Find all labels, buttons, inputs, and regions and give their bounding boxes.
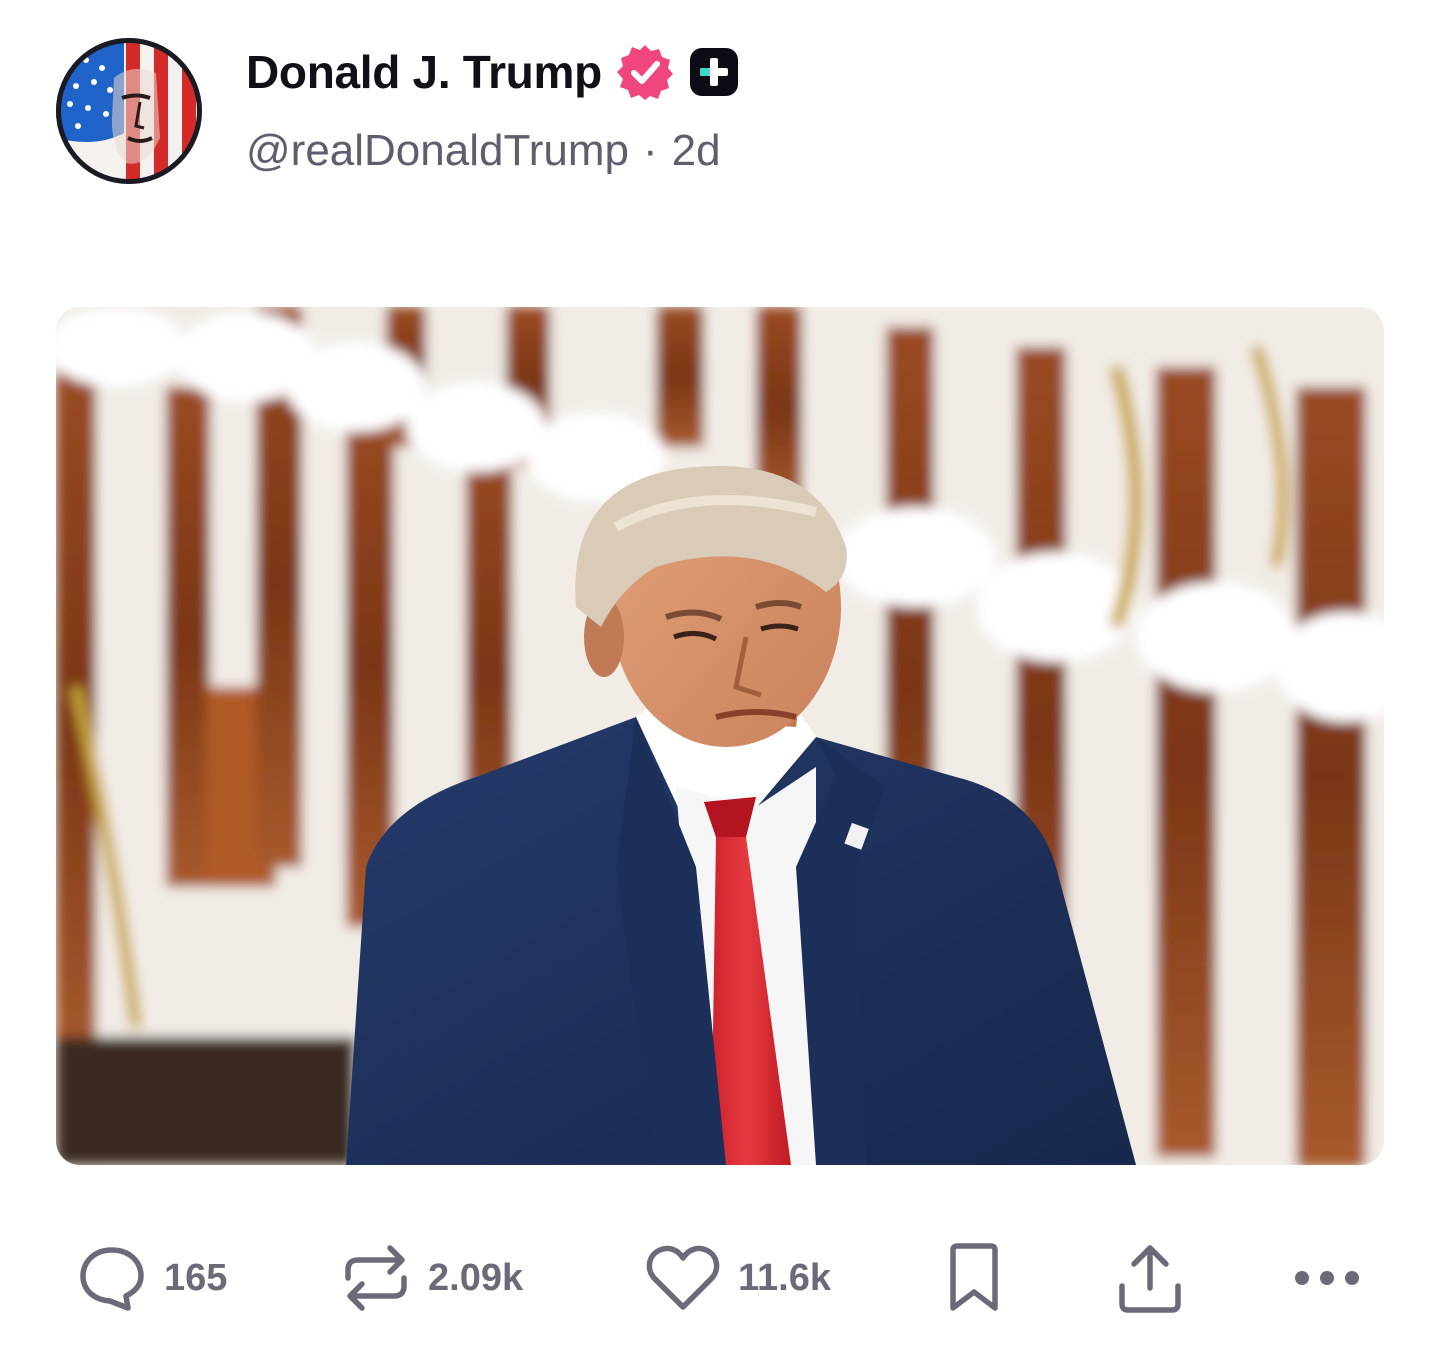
repost-count: 2.09k xyxy=(428,1256,524,1299)
share-icon xyxy=(1119,1245,1181,1313)
bookmark-button[interactable] xyxy=(948,1238,1000,1318)
avatar[interactable] xyxy=(56,38,202,184)
display-name[interactable]: Donald J. Trump xyxy=(246,45,602,99)
post-image[interactable] xyxy=(56,307,1384,1165)
share-button[interactable] xyxy=(1116,1238,1184,1318)
name-row: Donald J. Trump xyxy=(246,42,740,102)
post-age[interactable]: 2d xyxy=(672,126,721,176)
post-actions: 165 2.09k 11.6k xyxy=(56,1238,1384,1318)
like-button[interactable]: 11.6k xyxy=(646,1238,831,1318)
reply-count: 165 xyxy=(164,1256,228,1299)
plus-badge-icon xyxy=(689,48,738,96)
reply-button[interactable]: 165 xyxy=(78,1238,227,1318)
repost-button[interactable]: 2.09k xyxy=(342,1238,523,1318)
heart-icon xyxy=(646,1245,720,1310)
meta-row: @realDonaldTrump · 2d xyxy=(246,126,721,176)
like-count: 11.6k xyxy=(738,1256,831,1299)
bookmark-icon xyxy=(950,1243,998,1311)
more-icon xyxy=(1295,1271,1359,1285)
post-header: Donald J. Trump @realDonaldTrump · 2d xyxy=(56,38,1384,188)
avatar-image xyxy=(56,38,202,184)
photo-illustration xyxy=(56,307,1384,1165)
repost-icon xyxy=(345,1245,407,1311)
handle[interactable]: @realDonaldTrump xyxy=(246,126,629,176)
more-options-button[interactable] xyxy=(1292,1238,1362,1318)
verified-badge-icon xyxy=(616,45,673,100)
reply-icon xyxy=(80,1247,144,1311)
meta-separator: · xyxy=(642,126,658,175)
